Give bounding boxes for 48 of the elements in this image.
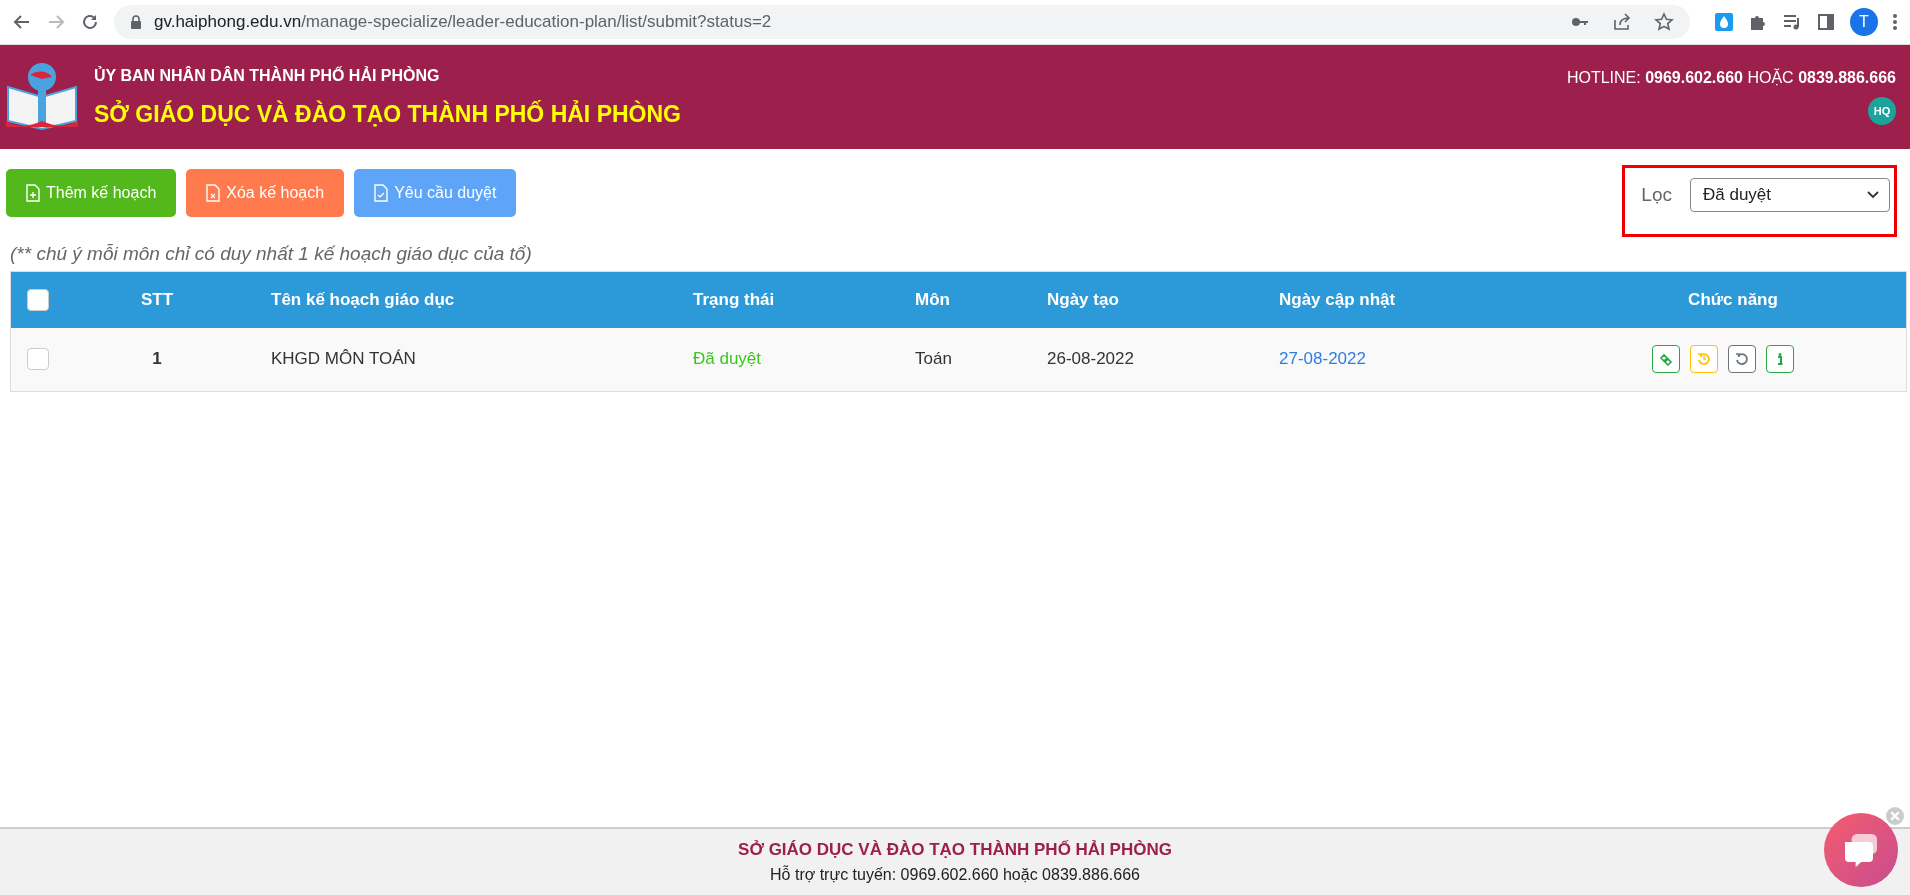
- table-cell: Toán: [914, 327, 1046, 392]
- url-text: gv.haiphong.edu.vn/manage-specialize/leader-education-plan/list/submit?status=2: [154, 12, 772, 32]
- table-cell: KHGD MÔN TOÁN: [247, 327, 692, 392]
- info-action-button[interactable]: [1766, 345, 1794, 374]
- lock-icon: [130, 15, 142, 29]
- add-button[interactable]: Thêm kế hoạch: [6, 169, 177, 217]
- filter-label: Lọc: [1641, 184, 1672, 206]
- column-header: Trạng thái: [692, 271, 914, 328]
- column-header: Tên kế hoạch giáo dục: [247, 271, 692, 328]
- column-header: Chức năng: [1560, 271, 1907, 328]
- media-icon[interactable]: [1782, 12, 1802, 32]
- file-icon: [374, 184, 389, 202]
- file-icon: [206, 184, 221, 202]
- profile-avatar[interactable]: T: [1850, 8, 1878, 36]
- chevron-icon: [1867, 191, 1879, 199]
- table-cell: 26-08-2022: [1046, 327, 1278, 392]
- hotline-text: HOTLINE: 0969.602.660 HOẶC 0839.886.666: [1566, 69, 1896, 87]
- status-text: Đã duyệt: [692, 327, 914, 392]
- link-action-button[interactable]: [1652, 345, 1680, 374]
- star-icon[interactable]: [1654, 12, 1674, 32]
- column-header: Môn: [914, 271, 1046, 328]
- chain-link-icon: [1659, 352, 1673, 367]
- updated-date-link[interactable]: 27-08-2022: [1278, 327, 1560, 392]
- drop-extension-icon[interactable]: [1714, 12, 1734, 32]
- more-icon[interactable]: [1892, 12, 1898, 32]
- header-title: SỞ GIÁO DỤC VÀ ĐÀO TẠO THÀNH PHỐ HẢI PHÒNG: [94, 100, 681, 128]
- column-header: Ngày tạo: [1046, 271, 1278, 328]
- request-button[interactable]: Yêu cầu duyệt: [354, 169, 517, 217]
- header-subtitle: ỦY BAN NHÂN DÂN THÀNH PHỐ HẢI PHÒNG: [94, 66, 441, 85]
- table-cell: 1: [96, 327, 247, 392]
- share-icon[interactable]: [1612, 12, 1632, 32]
- delete-button[interactable]: Xóa kế hoạch: [186, 169, 345, 217]
- select-all-checkbox[interactable]: [27, 288, 49, 311]
- undo-icon: [1735, 352, 1749, 367]
- row-checkbox[interactable]: [27, 348, 49, 371]
- footer-support-text: Hỗ trợ trực tuyến: 0969.602.660 hoặc 0839.886.666: [770, 866, 1140, 884]
- column-header: STT: [96, 271, 247, 328]
- note-text: (** chú ý mỗi môn chỉ có duy nhất 1 kế hoạch giáo dục của tổ): [9, 242, 533, 266]
- side-panel-icon[interactable]: [1816, 12, 1836, 32]
- column-header: Ngày cập nhật: [1278, 271, 1560, 328]
- history-icon: [1697, 352, 1711, 367]
- user-avatar[interactable]: HQ: [1868, 97, 1896, 125]
- file-icon: [26, 184, 40, 202]
- footer-title: SỞ GIÁO DỤC VÀ ĐÀO TẠO THÀNH PHỐ HẢI PHÒNG: [738, 840, 1172, 860]
- reload-icon[interactable]: [80, 12, 100, 32]
- undo-action-button[interactable]: [1728, 345, 1756, 374]
- address-bar[interactable]: gv.haiphong.edu.vn/manage-specialize/leader-education-plan/list/submit?status=2: [114, 5, 1690, 39]
- filter-select[interactable]: Đã duyệt: [1690, 178, 1890, 212]
